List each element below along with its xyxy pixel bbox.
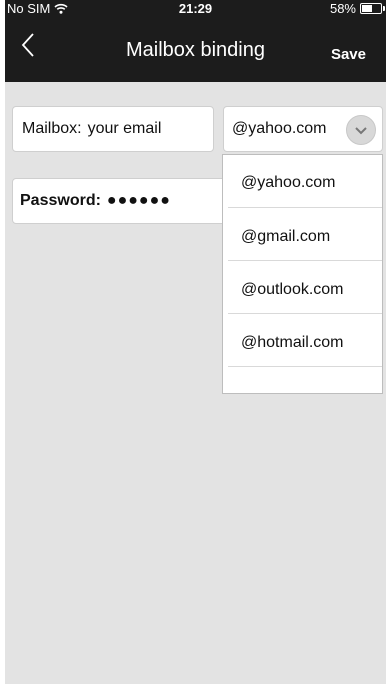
battery-level-fill [362,5,372,12]
domain-dropdown-button[interactable] [346,115,376,145]
password-field[interactable]: Password: ●●●●●● [12,178,230,224]
status-battery-group: 58% [329,1,385,16]
status-bar: No SIM 21:29 58% [5,0,386,18]
password-input[interactable]: ●●●●●● [107,192,171,210]
battery-icon [360,3,385,14]
password-label: Password: [20,192,101,209]
dropdown-empty-slot [223,367,382,394]
mailbox-input[interactable]: your email [88,120,162,138]
page-title: Mailbox binding [126,39,265,61]
mailbox-label: Mailbox: [22,120,82,137]
status-time: 21:29 [178,1,213,16]
navigation-bar: Mailbox binding Save [5,18,386,82]
app-screen: No SIM 21:29 58% Mailbox binding Save Ma… [5,0,386,684]
domain-select[interactable]: @yahoo.com [223,106,383,152]
dropdown-option-hotmail[interactable]: @hotmail.com [228,314,382,367]
dropdown-option-yahoo[interactable]: @yahoo.com [228,155,382,208]
domain-selected-value: @yahoo.com [232,120,327,137]
dropdown-option-gmail[interactable]: @gmail.com [228,208,382,261]
chevron-down-icon [355,126,367,134]
battery-cap [383,6,385,11]
domain-dropdown-menu: @yahoo.com @gmail.com @outlook.com @hotm… [222,154,383,394]
battery-percent: 58% [329,1,356,16]
dropdown-option-outlook[interactable]: @outlook.com [228,261,382,314]
mailbox-field[interactable]: Mailbox: your email [12,106,214,152]
save-button[interactable]: Save [331,46,366,63]
